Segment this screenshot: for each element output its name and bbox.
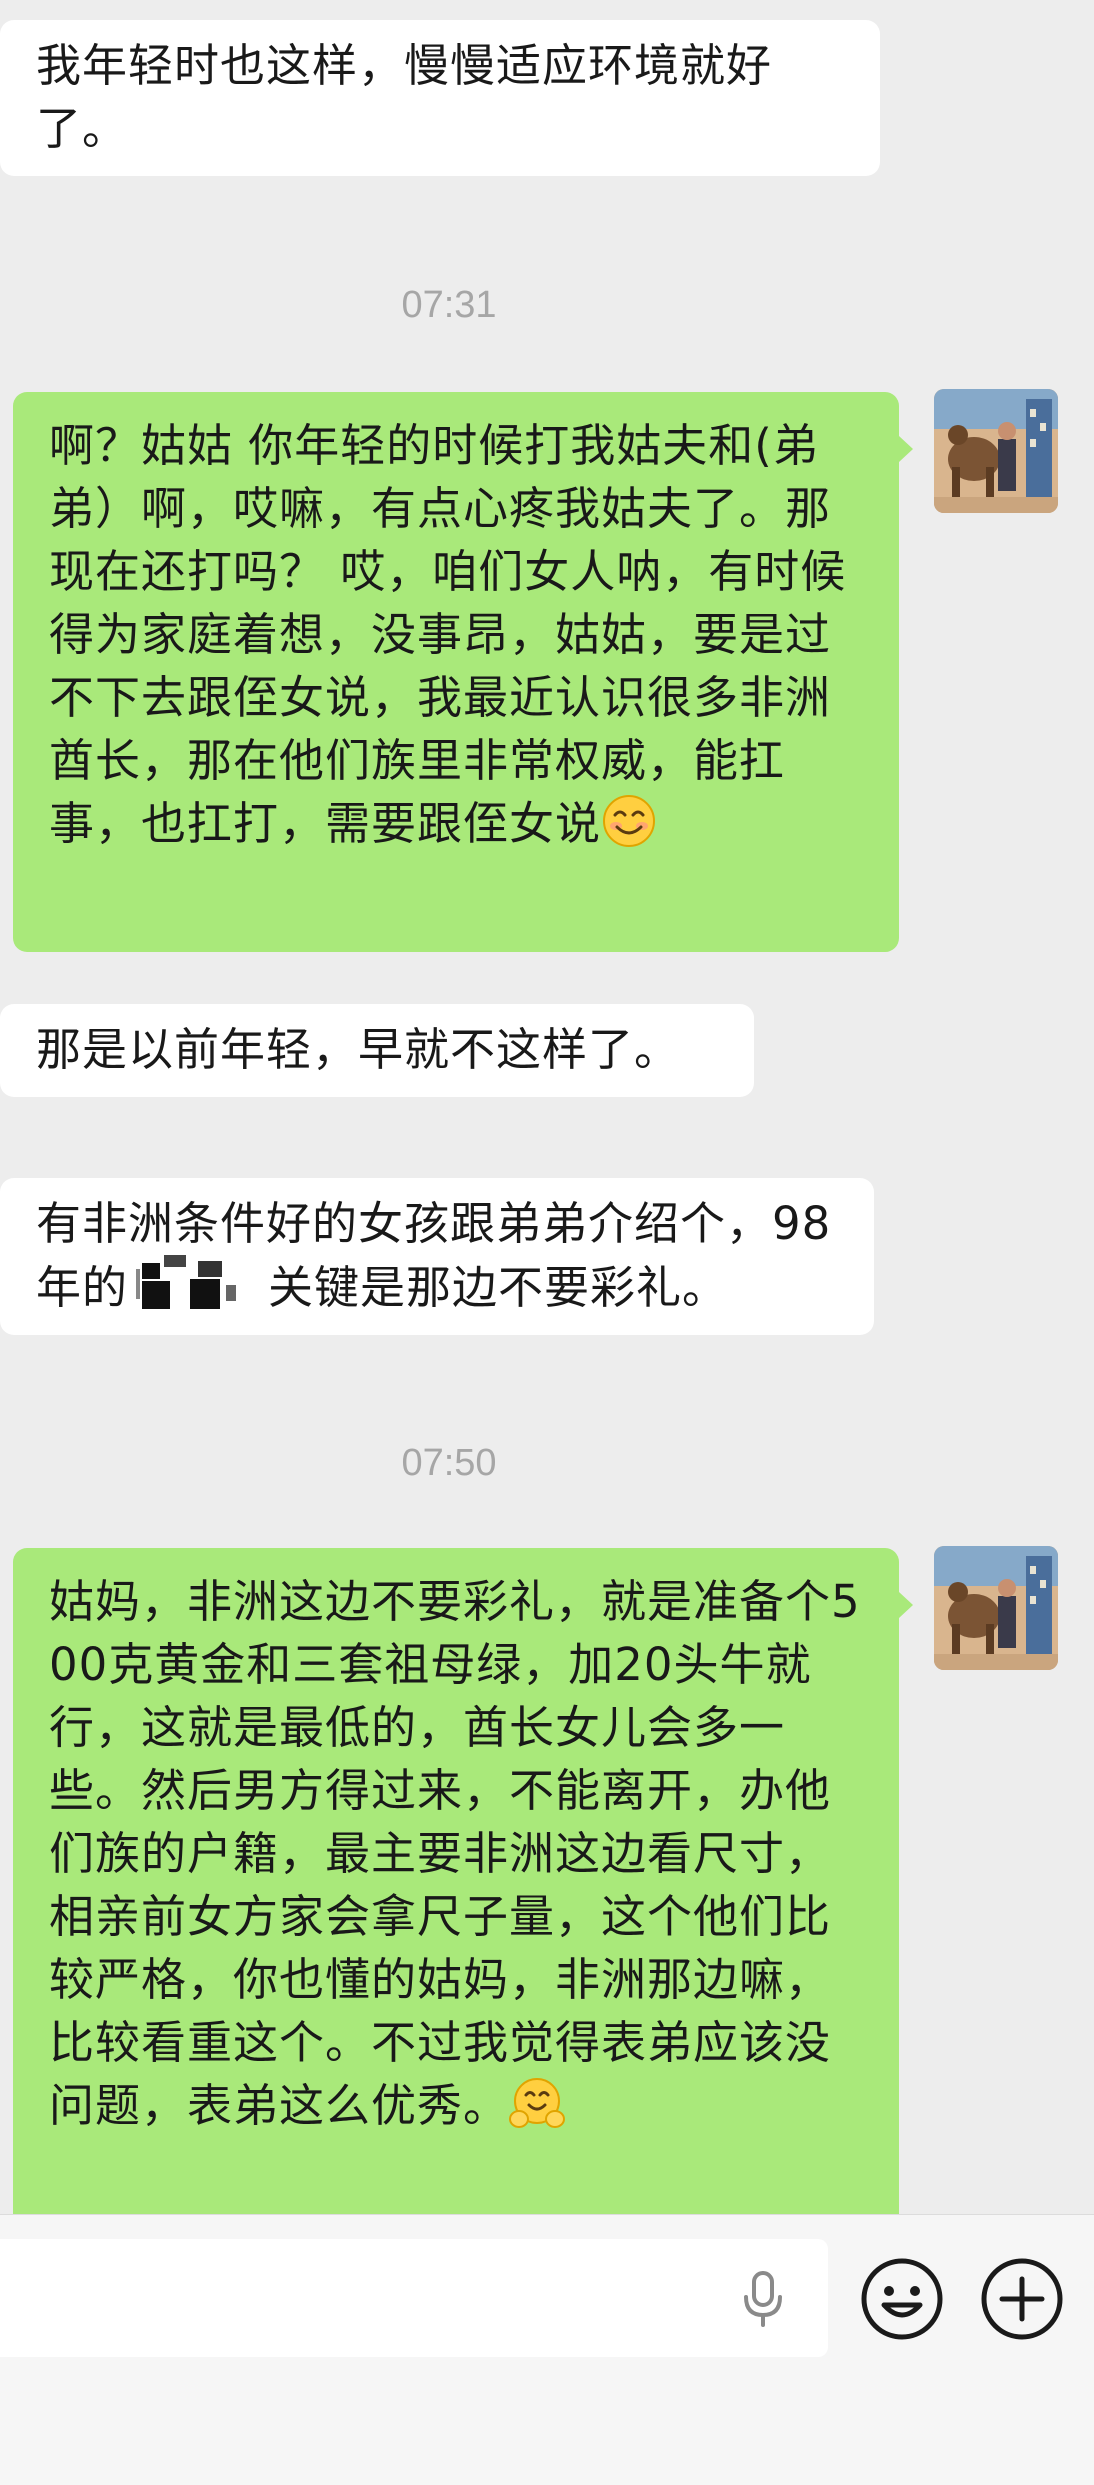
outgoing-message-bubble[interactable]: 姑妈，非洲这边不要彩礼，就是准备个500克黄金和三套祖母绿，加20头牛就行，这就… [13, 1548, 913, 2214]
mosaic-redaction [128, 1255, 268, 1311]
message-text: 那是以前年轻，早就不这样了。 [36, 1023, 681, 1076]
chat-area[interactable]: 我年轻时也这样，慢慢适应环境就好了。 07:31 啊？姑姑 你年轻的时候打我姑夫… [0, 0, 1094, 2214]
outgoing-message-bubble[interactable]: 啊？姑姑 你年轻的时候打我姑夫和(弟弟）啊，哎嘛，有点心疼我姑夫了。那现在还打吗… [13, 392, 913, 952]
timestamp: 07:50 [401, 1442, 497, 1484]
microphone-icon[interactable] [738, 2269, 788, 2329]
message-text: 姑妈，非洲这边不要彩礼，就是准备个500克黄金和三套祖母绿，加20头牛就行，这就… [49, 1575, 861, 2132]
avatar[interactable] [934, 1546, 1058, 1670]
plus-icon[interactable] [980, 2257, 1064, 2341]
emoji-icon[interactable] [860, 2257, 944, 2341]
smiling-face-icon [603, 795, 656, 847]
message-text: 啊？姑姑 你年轻的时候打我姑夫和(弟弟）啊，哎嘛，有点心疼我姑夫了。那现在还打吗… [49, 419, 847, 850]
input-bar [0, 2214, 1094, 2485]
message-text: 我年轻时也这样，慢慢适应环境就好了。 [36, 39, 773, 155]
incoming-message-bubble[interactable]: 那是以前年轻，早就不这样了。 [0, 1004, 754, 1097]
incoming-message-bubble[interactable]: 有非洲条件好的女孩跟弟弟介绍个，98年的 关键是那边不要彩礼。 [0, 1178, 874, 1335]
message-input[interactable] [0, 2239, 828, 2357]
incoming-message-bubble[interactable]: 我年轻时也这样，慢慢适应环境就好了。 [0, 20, 880, 176]
message-text: 关键是那边不要彩礼。 [268, 1261, 729, 1314]
timestamp: 07:31 [401, 284, 497, 326]
hugging-face-icon [509, 2078, 566, 2128]
avatar[interactable] [934, 389, 1058, 513]
